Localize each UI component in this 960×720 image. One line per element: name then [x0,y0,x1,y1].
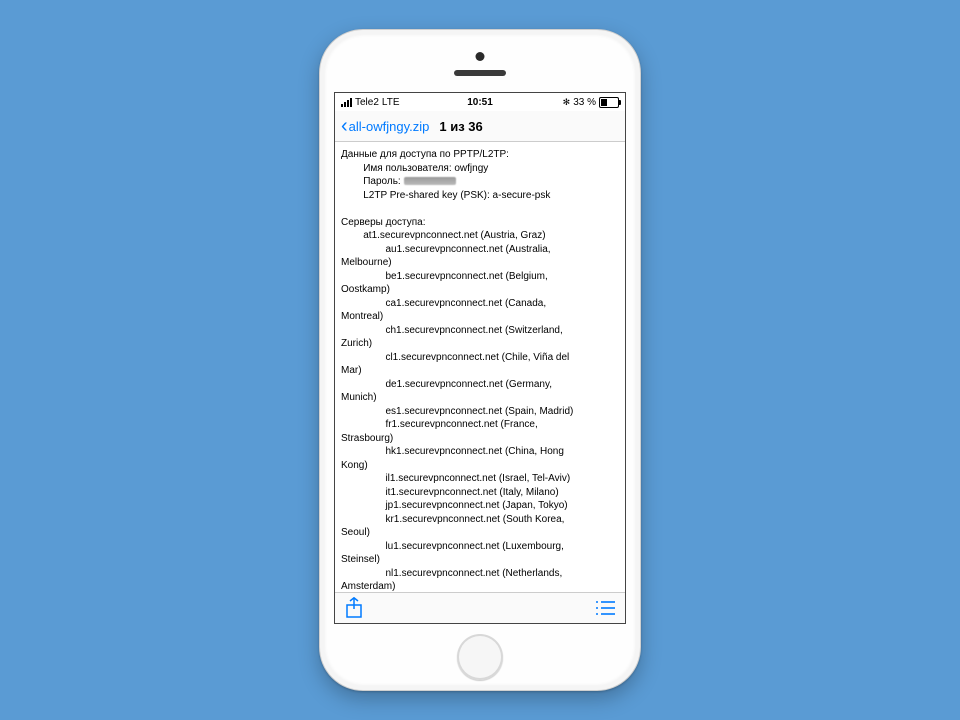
nav-title: 1 из 36 [439,119,482,134]
server-line: Amsterdam) [341,581,395,592]
server-line: Mar) [341,365,362,376]
server-line: cl1.securevpnconnect.net (Chile, Viña de… [385,352,569,363]
server-line: ch1.securevpnconnect.net (Switzerland, [385,325,562,336]
screen: Tele2 LTE 10:51 ✻ 33 % ‹ all-owfjngy.zip… [334,92,626,624]
earpiece-speaker [454,70,506,76]
status-time: 10:51 [335,97,625,108]
list-icon[interactable] [595,600,615,616]
server-line: au1.securevpnconnect.net (Australia, [385,244,550,255]
server-line: it1.securevpnconnect.net (Italy, Milano) [385,487,558,498]
server-line: il1.securevpnconnect.net (Israel, Tel-Av… [385,473,570,484]
server-line: Oostkamp) [341,284,390,295]
server-line: de1.securevpnconnect.net (Germany, [385,379,552,390]
server-line: Zurich) [341,338,372,349]
server-line: Munich) [341,392,377,403]
psk-line: L2TP Pre-shared key (PSK): a-secure-psk [363,190,550,201]
back-button[interactable]: all-owfjngy.zip [349,119,430,134]
document-body[interactable]: Данные для доступа по PPTP/L2TP: Имя пол… [335,142,625,592]
password-prefix: Пароль: [363,176,403,187]
nav-bar: ‹ all-owfjngy.zip 1 из 36 [335,111,625,142]
server-line: hk1.securevpnconnect.net (China, Hong [385,446,563,457]
phone-frame: Tele2 LTE 10:51 ✻ 33 % ‹ all-owfjngy.zip… [319,29,641,691]
server-line: es1.securevpnconnect.net (Spain, Madrid) [385,406,573,417]
server-line: fr1.securevpnconnect.net (France, [385,419,537,430]
server-line: Seoul) [341,527,370,538]
bottom-toolbar [335,592,625,623]
front-camera [476,52,485,61]
server-line: be1.securevpnconnect.net (Belgium, [385,271,547,282]
server-line: kr1.securevpnconnect.net (South Korea, [385,514,564,525]
server-line: ca1.securevpnconnect.net (Canada, [385,298,546,309]
server-line: Montreal) [341,311,383,322]
server-line: jp1.securevpnconnect.net (Japan, Tokyo) [385,500,567,511]
server-line: nl1.securevpnconnect.net (Netherlands, [385,568,562,579]
password-redacted [404,177,456,185]
server-line: Steinsel) [341,554,380,565]
doc-header: Данные для доступа по PPTP/L2TP: [341,149,509,160]
server-line: at1.securevpnconnect.net (Austria, Graz) [363,230,545,241]
server-line: Kong) [341,460,368,471]
server-line: Strasbourg) [341,433,393,444]
share-icon[interactable] [345,597,363,619]
status-bar: Tele2 LTE 10:51 ✻ 33 % [335,93,625,111]
username-line: Имя пользователя: owfjngy [363,163,488,174]
back-chevron-icon[interactable]: ‹ [341,116,348,136]
battery-icon [599,97,619,108]
servers-header: Серверы доступа: [341,217,425,228]
server-line: Melbourne) [341,257,392,268]
home-button[interactable] [457,634,503,680]
server-line: lu1.securevpnconnect.net (Luxembourg, [385,541,563,552]
